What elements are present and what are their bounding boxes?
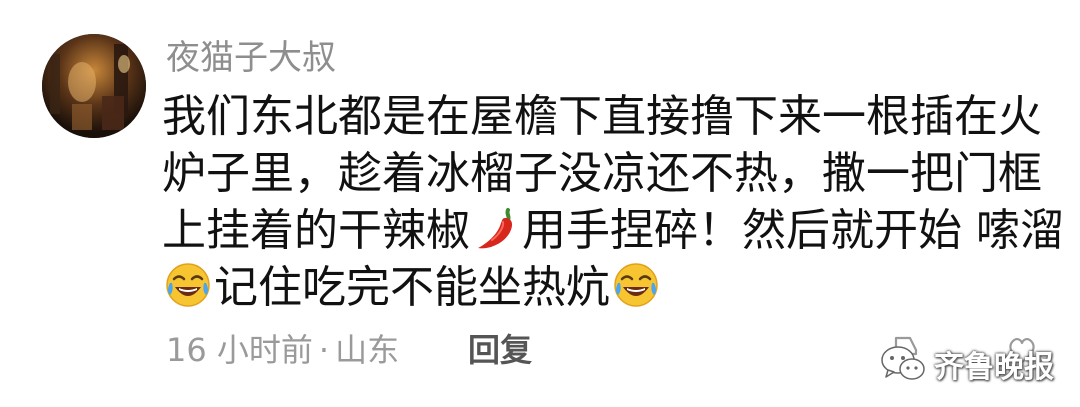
comment-time: 16 小时前	[166, 331, 313, 369]
laughing-tears-icon	[164, 261, 212, 309]
comment-line: 炉子里，趁着冰榴子没凉还不热，撒一把门框	[162, 148, 1042, 199]
comment-line-text: 上挂着的干辣椒	[162, 205, 470, 256]
avatar-image	[42, 34, 146, 138]
reply-button[interactable]: 回复	[468, 330, 532, 370]
watermark: 齐鲁晚报	[880, 342, 1054, 386]
comment-line: 上挂着的干辣椒 用手捏碎！然后就开始 嗦溜	[162, 202, 1064, 259]
laughing-tears-icon	[612, 261, 660, 309]
comment-line: 我们东北都是在屋檐下直接撸下来一根插在火	[162, 91, 1042, 142]
comment-text: 我们东北都是在屋檐下直接撸下来一根插在火 炉子里，趁着冰榴子没凉还不热，撒一把门…	[162, 88, 1064, 316]
comment-line-text: 用手捏碎！然后就开始 嗦溜	[522, 205, 1064, 256]
chili-pepper-icon	[472, 204, 520, 252]
comment-line-text: 记住吃完不能坐热炕	[214, 262, 610, 313]
comment-location: 山东	[335, 331, 400, 369]
comment-meta: 16 小时前 · 山东	[166, 330, 399, 370]
watermark-text: 齐鲁晚报	[934, 350, 1054, 385]
meta-separator: ·	[318, 331, 330, 369]
comment-line: 记住吃完不能坐热炕	[162, 259, 1042, 316]
username[interactable]: 夜猫子大叔	[166, 36, 336, 80]
wechat-icon	[881, 346, 925, 380]
avatar[interactable]	[42, 34, 146, 138]
